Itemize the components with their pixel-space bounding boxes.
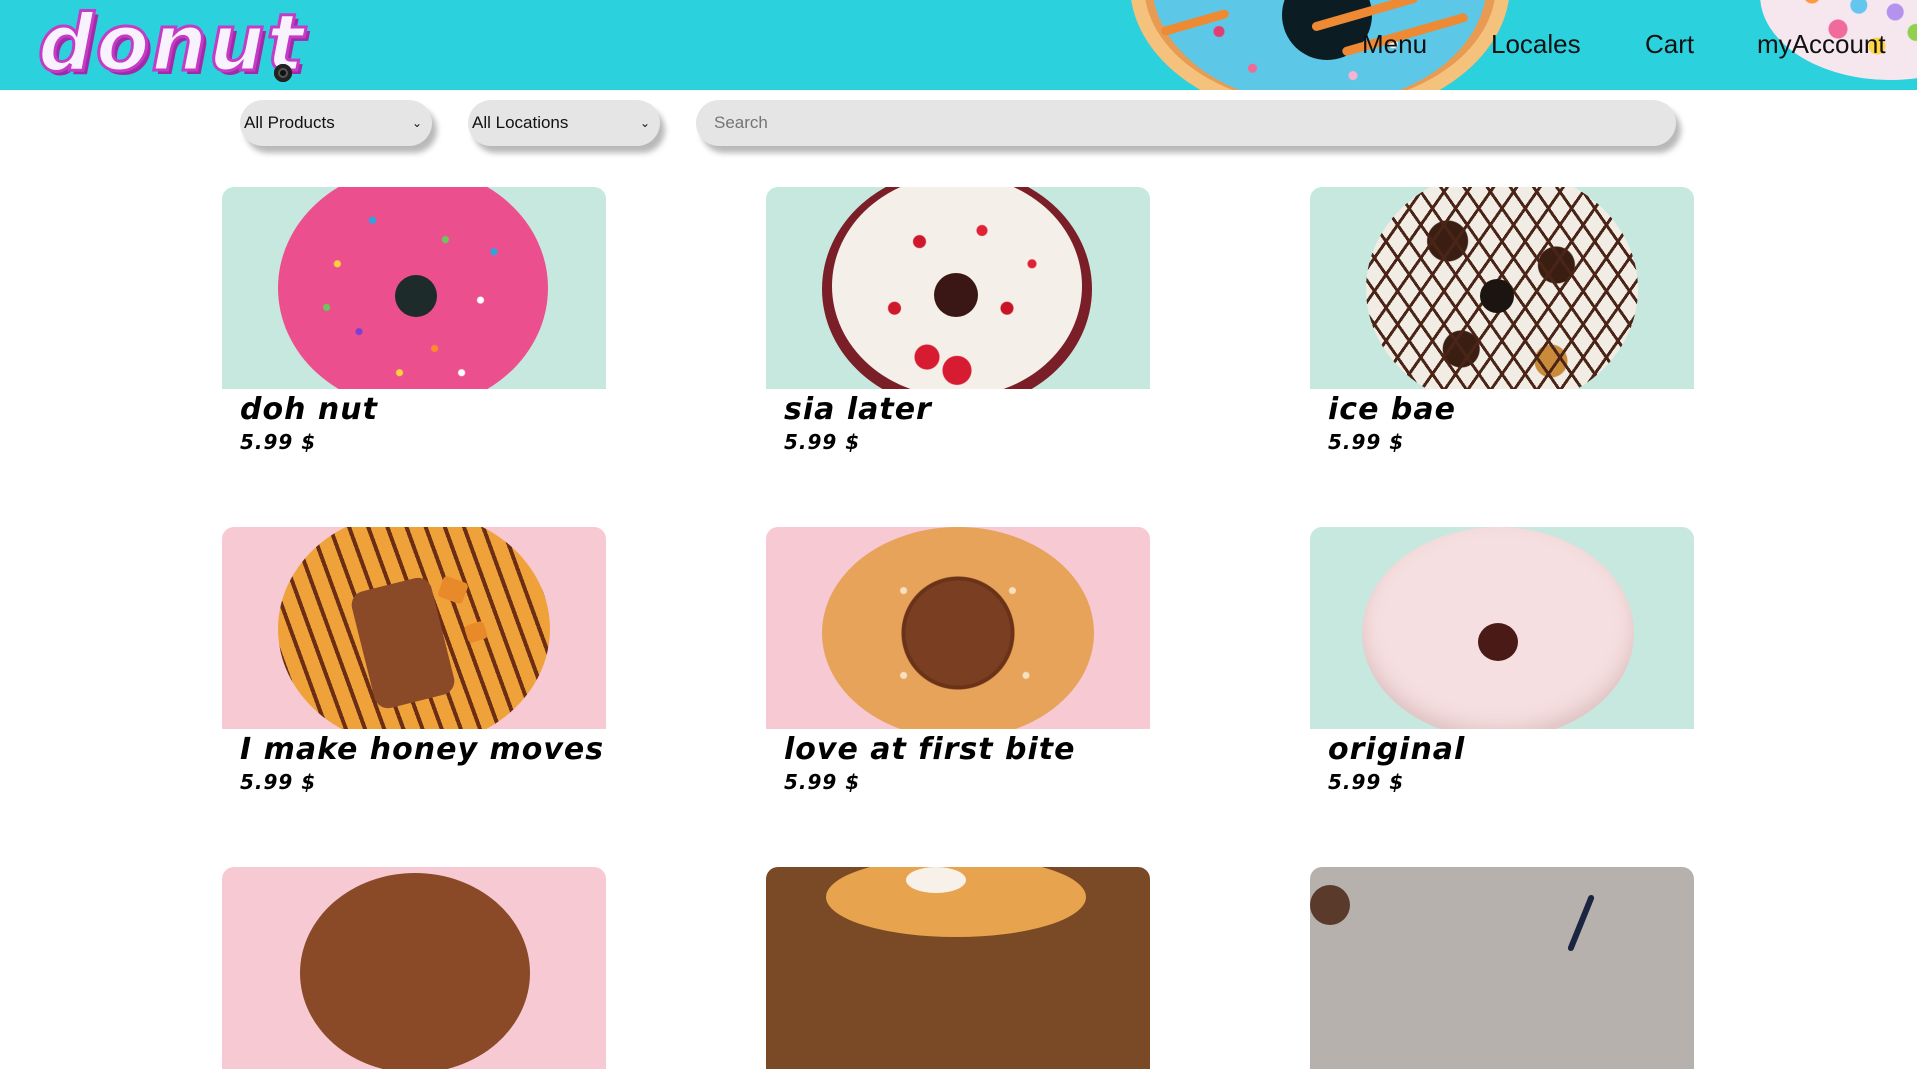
logo-donut-icon [274,64,292,82]
product-image[interactable] [222,187,606,389]
product-name: ice bae [1328,392,1456,427]
product-card[interactable] [1310,867,1694,1069]
product-name: I make honey moves [240,732,605,767]
product-card[interactable] [766,867,1150,1069]
product-image[interactable] [766,527,1150,729]
product-image[interactable] [1310,867,1694,1069]
product-name: original [1328,732,1466,767]
product-card[interactable]: sia later 5.99 $ [766,187,1150,455]
product-image[interactable] [222,527,606,729]
nav-menu[interactable]: Menu [1362,26,1427,62]
product-card[interactable] [222,867,606,1069]
product-image[interactable] [1310,187,1694,389]
product-image[interactable] [222,867,606,1069]
product-price: 5.99 $ [784,770,861,794]
product-image[interactable] [766,867,1150,1069]
product-filter-select[interactable]: All Products ⌄ [240,100,432,146]
product-filter-value: All Products [244,113,335,132]
product-price: 5.99 $ [240,770,317,794]
header-banner: donut Menu Locales Cart myAccount [0,0,1917,90]
product-card[interactable]: love at first bite 5.99 $ [766,527,1150,795]
product-name: doh nut [240,392,378,427]
search-input[interactable]: Search [696,100,1676,146]
nav-cart[interactable]: Cart [1645,26,1694,62]
location-filter-select[interactable]: All Locations ⌄ [468,100,660,146]
nav-locales[interactable]: Locales [1491,26,1581,62]
product-price: 5.99 $ [1328,770,1405,794]
product-card[interactable]: doh nut 5.99 $ [222,187,606,455]
location-filter-value: All Locations [472,113,569,132]
product-price: 5.99 $ [784,430,861,454]
product-card[interactable]: original 5.99 $ [1310,527,1694,795]
header-donut-image [1130,0,1510,90]
nav-myaccount[interactable]: myAccount [1757,26,1886,62]
product-card[interactable]: ice bae 5.99 $ [1310,187,1694,455]
product-image[interactable] [1310,527,1694,729]
chevron-down-icon: ⌄ [411,116,422,130]
logo[interactable]: donut [37,3,306,86]
chevron-down-icon: ⌄ [639,116,650,130]
product-price: 5.99 $ [240,430,317,454]
product-image[interactable] [766,187,1150,389]
search-placeholder: Search [714,113,768,132]
product-card[interactable]: I make honey moves 5.99 $ [222,527,606,795]
product-name: love at first bite [784,732,1076,767]
product-price: 5.99 $ [1328,430,1405,454]
product-name: sia later [784,392,932,427]
